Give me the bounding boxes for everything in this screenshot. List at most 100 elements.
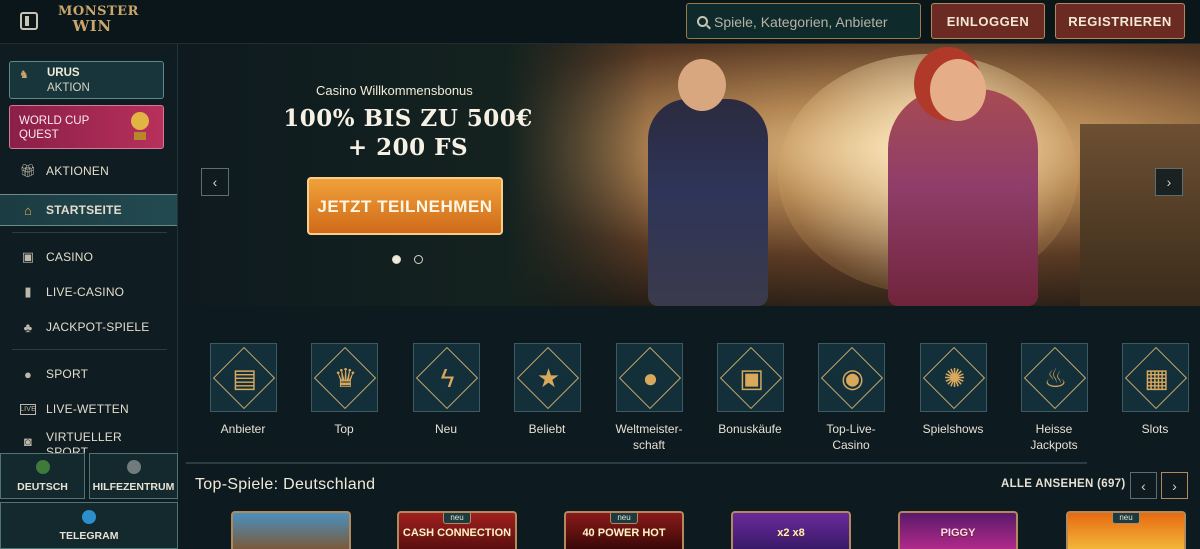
ball-icon: ● [23,366,33,382]
category-tile: ϟ [413,343,480,412]
see-all-link[interactable]: ALLE ANSEHEN (697) [1001,478,1125,490]
game-card-2[interactable]: neu CASH CONNECTION [397,511,517,549]
banner-prev-button[interactable]: ‹ [201,168,229,196]
game-title: CASH CONNECTION [402,527,512,539]
help-center-label: HILFEZENTRUM [92,481,175,493]
category-tile: ♨ [1021,343,1088,412]
category-label: Weltmeister-schaft [615,422,683,452]
game-card-3[interactable]: neu 40 POWER HOT [564,511,684,549]
new-badge: neu [610,513,638,524]
telegram-label: TELEGRAM [59,530,119,542]
banner-subtitle: Casino Willkommensbonus [316,83,473,98]
language-button[interactable]: DEUTSCH [0,453,85,499]
globe-icon [35,460,50,474]
gift-icon: 🎁︎ [19,163,37,178]
slot-icon: ▦ [1144,363,1169,393]
help-center-button[interactable]: HILFEZENTRUM [89,453,178,499]
sidebar-item-aktionen[interactable]: 🎁︎ AKTIONEN [0,155,177,187]
language-label: DEUTSCH [17,481,68,493]
bull-icon: ♞ [19,69,29,81]
chest-icon: ▣ [739,363,764,393]
search-input[interactable] [714,11,914,33]
category-label: Spielshows [922,422,984,436]
category-label: Slots [1141,422,1169,436]
category-strip: ▤ Anbieter ♛ Top ϟ Neu ★ Beliebt ● Weltm… [178,306,1200,462]
trophy-icon [129,112,151,142]
flame-icon: ♨ [1043,363,1068,393]
promo-world-cup-label: WORLD CUP QUEST [19,115,90,141]
sidebar: ♞ URUS AKTION WORLD CUP QUEST 🎁︎ AKTIONE… [0,44,178,549]
category-tile: ● [616,343,683,412]
clover-icon: ♣ [23,319,33,335]
top-games-title: Top-Spiele: Deutschland [195,476,376,493]
slot-machine-icon: ▣ [21,249,35,264]
sidebar-toggle-icon[interactable] [20,12,38,30]
category-label: Beliebt [528,422,566,436]
category-label: Bonuskäufe [718,422,782,436]
promo-urus-title: URUS [47,67,80,79]
sidebar-item-live-casino[interactable]: ▮ LIVE-CASINO [0,276,177,308]
chevron-right-icon: › [1166,174,1172,190]
category-tile: ▣ [717,343,784,412]
chevron-left-icon: ‹ [1141,477,1146,494]
category-label: Neu [434,422,457,436]
category-tile: ★ [514,343,581,412]
slide-dot-2[interactable] [414,255,423,264]
sidebar-item-sport[interactable]: ● SPORT [0,358,177,390]
games-next-button[interactable]: › [1161,472,1188,499]
telegram-button[interactable]: TELEGRAM [0,502,178,549]
football-icon: ● [642,363,659,393]
category-tile: ◉ [818,343,885,412]
crown-icon: ♛ [333,363,358,393]
search-box[interactable] [686,3,921,39]
banner-character-woman [888,59,1038,306]
sidebar-item-live-wetten[interactable]: LIVE LIVE-WETTEN [0,393,177,425]
promo-urus[interactable]: ♞ URUS AKTION [9,61,164,99]
help-icon [126,460,141,474]
banner-next-button[interactable]: › [1155,168,1183,196]
sidebar-item-label: CASINO [46,250,94,264]
new-badge: neu [443,513,471,524]
live-icon: LIVE [20,403,36,415]
game-card-5[interactable]: PIGGY [898,511,1018,549]
home-icon: ⌂ [23,202,33,218]
sidebar-item-jackpot-spiele[interactable]: ♣ JACKPOT-SPIELE [0,311,177,343]
star-icon: ★ [536,363,561,393]
telegram-icon [82,510,96,524]
category-label: Heisse Jackpots [1030,422,1078,452]
promo-world-cup-quest[interactable]: WORLD CUP QUEST [9,105,164,149]
top-header: MONSTER WIN EINLOGGEN REGISTRIEREN [0,0,1200,44]
sidebar-item-startseite[interactable]: ⌂ STARTSEITE [0,194,177,226]
lightning-icon: ϟ [440,363,455,393]
search-icon [697,16,708,27]
game-title: x2 x8 [777,527,805,539]
slide-dot-1[interactable] [392,255,401,264]
game-card-1[interactable] [231,511,351,549]
sidebar-item-casino[interactable]: ▣ CASINO [0,241,177,273]
chevron-right-icon: › [1172,477,1177,494]
section-divider [186,462,1087,464]
sidebar-item-label: JACKPOT-SPIELE [46,320,150,334]
sidebar-item-label: STARTSEITE [46,203,122,217]
games-prev-button[interactable]: ‹ [1130,472,1157,499]
sidebar-divider [12,232,167,233]
hero-banner[interactable]: Casino Willkommensbonus 100% BIS ZU 500€… [178,44,1200,306]
site-logo[interactable]: MONSTER WIN [58,4,138,40]
join-now-button[interactable]: JETZT TEILNEHMEN [307,177,503,235]
promo-urus-subtitle: AKTION [47,82,90,94]
category-label: Top [334,422,354,436]
register-button[interactable]: REGISTRIEREN [1055,3,1185,39]
sidebar-item-label: AKTIONEN [46,164,109,178]
game-card-4[interactable]: x2 x8 [731,511,851,549]
category-tile: ✺ [920,343,987,412]
sidebar-item-label: LIVE-WETTEN [46,402,129,416]
login-button[interactable]: EINLOGGEN [931,3,1045,39]
game-card-6[interactable]: neu [1066,511,1186,549]
sidebar-item-label: LIVE-CASINO [46,285,125,299]
sidebar-item-label: SPORT [46,367,89,381]
sidebar-divider [12,349,167,350]
wheel-icon: ✺ [943,363,966,393]
game-title: PIGGY [940,527,976,539]
new-badge: neu [1112,513,1140,524]
banner-slot-machines [1080,124,1200,306]
